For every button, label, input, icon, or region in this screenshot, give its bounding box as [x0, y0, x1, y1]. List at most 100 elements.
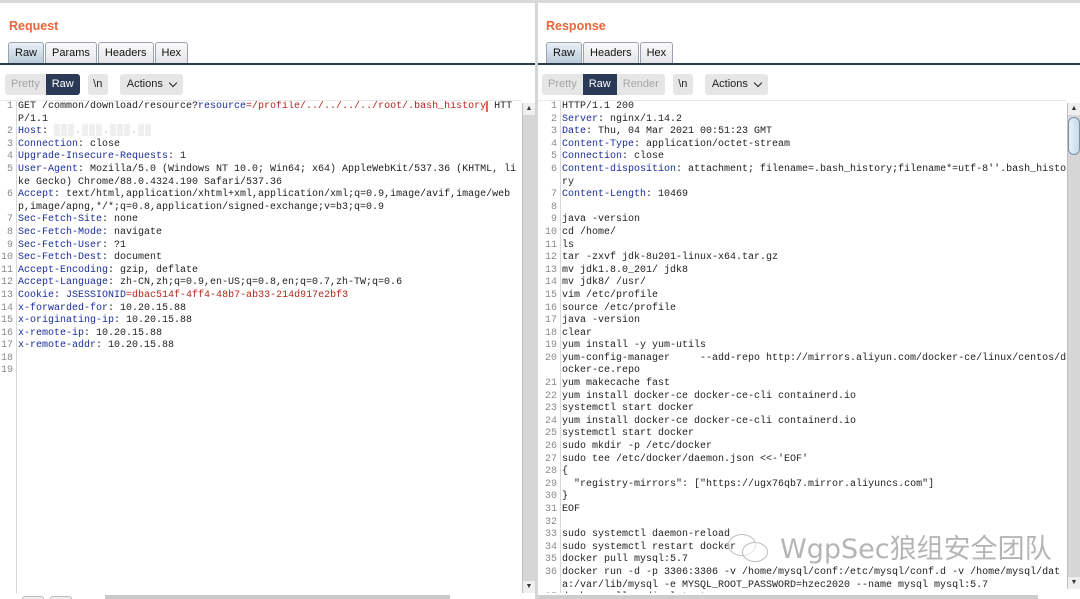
line-content: HTTP/1.1 200: [560, 101, 1067, 114]
line-number: 1: [6, 101, 13, 112]
scroll-down-arrow-icon[interactable]: ▼: [1068, 577, 1080, 589]
text-segment: yum-config-manager --add-repo http://mir…: [562, 352, 1067, 377]
request-raw-button[interactable]: Raw: [45, 74, 80, 95]
text-segment: docker pull redis:latest: [562, 592, 706, 593]
code-line: 34 sudo systemctl restart docker: [538, 542, 1067, 555]
text-segment: : ?1: [102, 239, 127, 251]
line-number: 28: [544, 466, 557, 478]
code-line: 9 java -version: [538, 214, 1067, 227]
response-editor[interactable]: 1 HTTP/1.1 200 2 Server: nginx/1.14.2 3 Date:…: [538, 100, 1067, 593]
header-name: Server: [562, 113, 599, 125]
response-actions-button[interactable]: Actions: [704, 74, 768, 95]
text-segment: :: [54, 289, 67, 301]
response-tab-hex[interactable]: Hex: [639, 42, 674, 64]
response-tab-headers[interactable]: Headers: [583, 42, 639, 64]
code-line: 1 HTTP/1.1 200: [538, 101, 1067, 114]
line-number: 13: [544, 264, 557, 276]
line-content: [560, 517, 1067, 530]
line-content: yum makecache fast: [560, 378, 1067, 391]
code-line: 19: [0, 365, 522, 378]
line-number: 7: [550, 189, 557, 201]
code-line: 10 cd /home/: [538, 227, 1067, 240]
header-name: Sec-Fetch-Site: [18, 214, 103, 226]
request-tab-hex[interactable]: Hex: [154, 42, 189, 64]
text-segment: : 10.20.15.88: [96, 340, 175, 352]
response-vertical-scrollbar[interactable]: ▲ ▼: [1067, 103, 1080, 589]
request-title: Request: [9, 19, 59, 33]
response-horizontal-scrollbar[interactable]: [538, 595, 1038, 599]
line-content: [560, 202, 1067, 215]
line-content: vim /etc/profile: [560, 290, 1067, 303]
code-line: 14 x-forwarded-for: 10.20.15.88: [0, 303, 522, 316]
request-actions-button[interactable]: Actions: [119, 74, 183, 95]
line-content: {: [560, 466, 1067, 479]
line-number: 2: [6, 126, 13, 138]
line-number: 9: [550, 214, 557, 226]
code-line: 19 yum install -y yum-utils: [538, 340, 1067, 353]
text-segment: sudo systemctl restart docker: [562, 541, 737, 553]
header-name: x-forwarded-for: [18, 302, 109, 314]
line-content: x-remote-addr: 10.20.15.88: [16, 340, 522, 353]
text-segment: java -version: [562, 315, 641, 327]
text-segment: :: [42, 126, 55, 138]
request-panel: Request Raw Params Headers Hex Pretty Ra…: [0, 3, 535, 599]
header-name: resource: [198, 101, 247, 112]
line-content: mv jdk8/ /usr/: [560, 277, 1067, 290]
header-name: Cookie: [18, 289, 55, 301]
request-vertical-scrollbar[interactable]: ▲ ▼: [522, 103, 535, 593]
scroll-down-arrow-icon[interactable]: ▼: [523, 581, 535, 593]
text-segment: vim /etc/profile: [562, 289, 659, 301]
response-raw-button[interactable]: Raw: [582, 74, 617, 95]
response-render-button[interactable]: Render: [617, 74, 665, 95]
request-tab-raw[interactable]: Raw: [8, 42, 45, 64]
code-line: 24 yum install docker-ce docker-ce-cli co…: [538, 416, 1067, 429]
response-pretty-button[interactable]: Pretty: [542, 74, 583, 95]
line-number: 10: [0, 252, 13, 264]
code-line: 12 tar -zxvf jdk-8u201-linux-x64.tar.gz: [538, 252, 1067, 265]
gutter-divider: [560, 101, 561, 593]
line-number: 22: [544, 390, 557, 402]
code-line: 12 Accept-Language: zh-CN,zh;q=0.9,en-US;…: [0, 277, 522, 290]
scrollbar-thumb[interactable]: [1068, 117, 1080, 155]
line-content: source /etc/profile: [560, 303, 1067, 316]
line-content: docker pull redis:latest: [560, 592, 1067, 593]
line-number: 33: [544, 529, 557, 541]
line-number: 26: [544, 441, 557, 453]
code-line: 22 yum install docker-ce docker-ce-cli co…: [538, 391, 1067, 404]
line-number: 2: [550, 113, 557, 125]
line-number: 7: [6, 214, 13, 226]
line-content: yum install docker-ce docker-ce-cli cont…: [560, 391, 1067, 404]
text-segment: : nginx/1.14.2: [598, 113, 683, 125]
header-name: JSESSIONID: [66, 289, 127, 301]
code-line: 9 Sec-Fetch-User: ?1: [0, 240, 522, 253]
response-newline-toggle[interactable]: \n: [672, 74, 693, 95]
request-editor[interactable]: 1 GET /common/download/resource?resource=…: [0, 100, 522, 593]
request-horizontal-scrollbar[interactable]: [105, 595, 450, 599]
line-number: 14: [544, 277, 557, 289]
code-line: 5 User-Agent: Mozilla/5.0 (Windows NT 10.…: [0, 164, 522, 189]
line-number: 20: [544, 352, 557, 364]
line-number: 25: [544, 428, 557, 440]
line-number: 31: [544, 504, 557, 515]
code-line: 2 Server: nginx/1.14.2: [538, 114, 1067, 127]
scroll-up-arrow-icon[interactable]: ▲: [523, 103, 535, 115]
request-tab-params[interactable]: Params: [45, 42, 97, 64]
response-tab-raw[interactable]: Raw: [546, 42, 583, 64]
line-content: sudo tee /etc/docker/daemon.json <<-'EOF…: [560, 454, 1067, 467]
response-tabs: Raw Headers Hex: [546, 42, 674, 64]
line-number: 11: [0, 264, 13, 276]
request-tabs: Raw Params Headers Hex: [8, 42, 189, 64]
line-number: 10: [544, 226, 557, 238]
header-name: User-Agent: [18, 163, 79, 175]
request-newline-toggle[interactable]: \n: [87, 74, 108, 95]
code-line: 3 Connection: close: [0, 139, 522, 152]
line-content: Accept-Encoding: gzip, deflate: [16, 265, 522, 278]
code-line: 6 Accept: text/html,application/xhtml+xml…: [0, 189, 522, 214]
line-content: cd /home/: [560, 227, 1067, 240]
scroll-up-arrow-icon[interactable]: ▲: [1068, 103, 1080, 115]
request-tab-headers[interactable]: Headers: [97, 42, 154, 64]
request-pretty-button[interactable]: Pretty: [5, 74, 46, 95]
line-content: User-Agent: Mozilla/5.0 (Windows NT 10.0…: [16, 164, 522, 189]
text-segment: yum install docker-ce docker-ce-cli cont…: [562, 415, 857, 427]
code-line: 27 sudo tee /etc/docker/daemon.json <<-'E…: [538, 454, 1067, 467]
